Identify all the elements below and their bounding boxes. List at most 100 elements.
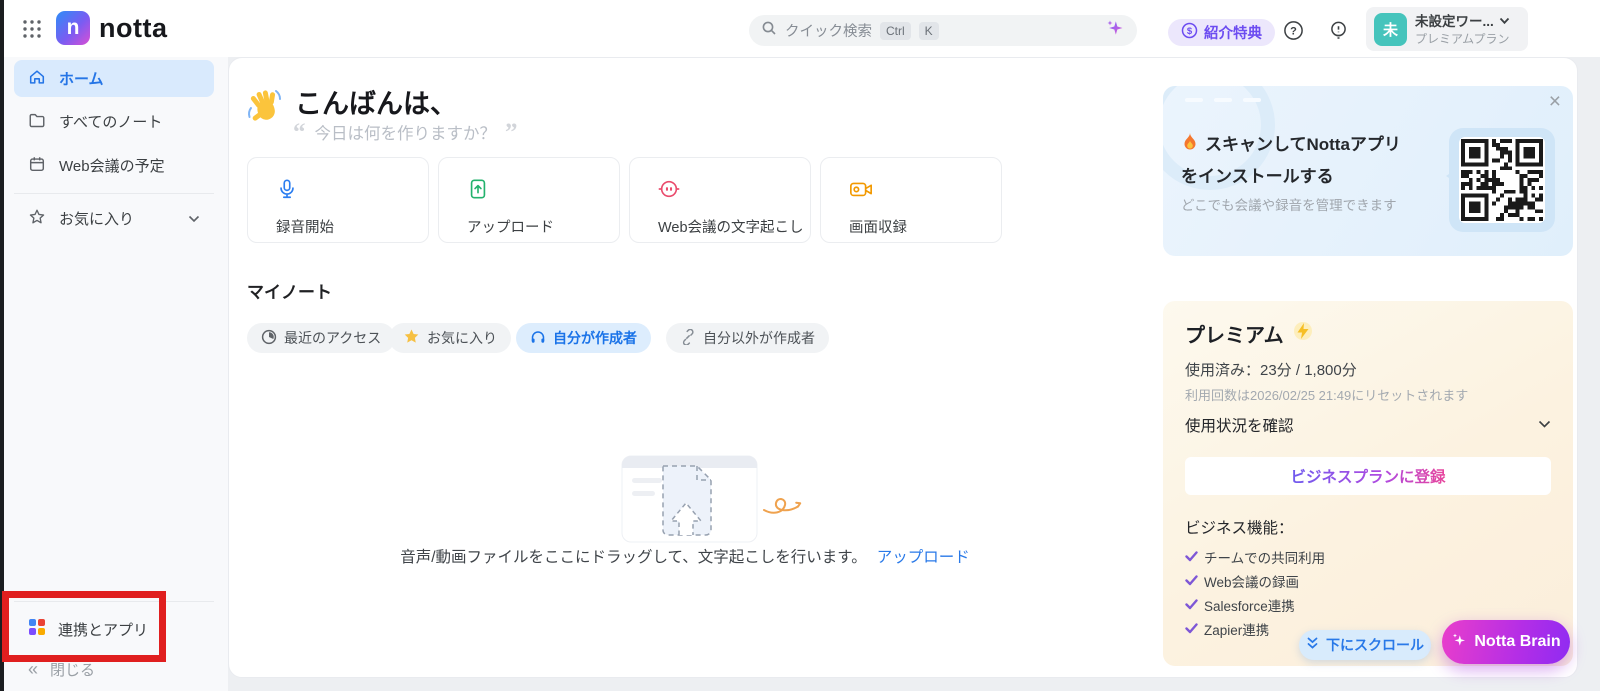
feature-item: チームでの共同利用 [1185,547,1325,567]
qr-code-bubble [1446,128,1555,232]
star-outline-icon [28,208,46,230]
search-placeholder: クイック検索 [785,24,872,40]
promo-subtitle: どこでも会議や録音を管理できます [1181,198,1397,213]
referral-label: 紹介特典 [1204,26,1262,42]
sidebar-item-label: お気に入り [59,211,135,228]
check-icon [1185,598,1198,613]
my-notes-title: マイノート [247,283,332,302]
sidebar-item-meeting-schedule[interactable]: Web会議の予定 [14,147,214,184]
notta-wordmark: notta [99,12,168,43]
feature-item: Zapier連携 [1185,619,1269,639]
premium-title: プレミアム [1185,319,1313,348]
main-content: こんばんは、 “ 今日は何を作りますか？ ” 録音開始 アップロード Web会議… [228,57,1578,678]
sidebar-divider [14,193,214,194]
sidebar-item-label: ホーム [59,71,104,88]
double-chevron-left-icon: « [28,659,39,679]
kbd-ctrl: Ctrl [880,21,911,40]
file-upload-icon [467,179,489,204]
usage-label: 使用済み：23分 / 1,800分 [1185,362,1357,379]
sidebar: ホーム すべてのノート Web会議の予定 お気に入り 連携とアプリ « 閉じる [4,57,228,691]
quote-close-icon: ” [505,118,518,146]
business-features-title: ビジネス機能： [1185,520,1294,537]
notta-logo[interactable]: n notta [56,11,167,45]
sidebar-item-favorites[interactable]: お気に入り [14,200,214,237]
link-icon [680,328,696,348]
usage-reset-note: 利用回数は2026/02/25 21:49にリセットされます [1185,388,1469,403]
upload-link[interactable]: アップロード [877,549,970,566]
scroll-down-label: 下にスクロール [1326,637,1424,653]
home-icon [28,68,46,90]
sidebar-item-all-notes[interactable]: すべてのノート [14,103,214,140]
filter-created-by-others[interactable]: 自分以外が作成者 [666,323,829,353]
chevron-down-icon[interactable] [188,210,200,227]
sidebar-item-integrations[interactable]: 連携とアプリ [14,609,224,649]
qr-code [1461,139,1543,221]
workspace-selector[interactable]: 未 未設定ワー... プレミアムプラン [1366,7,1528,51]
notta-brain-label: Notta Brain [1474,633,1561,650]
check-icon [1185,550,1198,565]
action-label: Web会議の文字起こし [658,220,804,236]
quick-search-input[interactable]: クイック検索 Ctrl K [749,15,1137,46]
feature-item: Salesforce連携 [1185,595,1295,615]
meeting-transcription-card[interactable]: Web会議の文字起こし [629,157,811,243]
folder-icon [28,111,46,133]
meeting-bot-icon [658,180,680,204]
mic-icon [276,179,298,204]
sidebar-collapse-button[interactable]: « 閉じる [14,654,224,684]
scroll-down-button[interactable]: 下にスクロール [1299,630,1431,660]
greeting-title: こんばんは、 [295,89,457,119]
screen-record-card[interactable]: 画面収録 [820,157,1002,243]
usage-status-toggle[interactable]: 使用状況を確認 [1185,414,1551,436]
whats-new-bulb-icon[interactable] [1327,19,1349,41]
integrations-apps-icon [28,618,46,640]
sidebar-divider [14,601,214,602]
notta-logo-icon: n [56,11,90,45]
integrations-label: 連携とアプリ [58,621,149,639]
notta-brain-button[interactable]: Notta Brain [1442,620,1570,664]
sidebar-item-label: Web会議の予定 [59,158,165,175]
sparkle-icon [1451,632,1467,653]
referral-bonus-button[interactable]: $ 紹介特典 [1168,19,1275,46]
apps-grid-icon[interactable] [20,17,44,41]
chevron-down-icon [1499,13,1510,28]
notta-home-page: n notta クイック検索 Ctrl K $ 紹介特典 ? 未 未設定ワー..… [0,0,1600,691]
screen-record-icon [849,182,873,204]
promo-title: スキャンしてNottaアプリ をインストールする どこでも会議や録音を管理できま… [1181,130,1443,215]
filter-recent-access[interactable]: 最近のアクセス [247,323,396,353]
fire-icon [1181,132,1199,162]
check-icon [1185,622,1198,637]
close-icon[interactable]: × [1549,90,1561,114]
upload-card[interactable]: アップロード [438,157,620,243]
workspace-avatar: 未 [1374,12,1407,46]
top-header: n notta クイック検索 Ctrl K $ 紹介特典 ? 未 未設定ワー..… [0,0,1600,57]
start-recording-card[interactable]: 録音開始 [247,157,429,243]
help-icon[interactable]: ? [1282,19,1304,41]
lightning-icon [1293,320,1313,348]
action-label: 画面収録 [849,220,907,236]
double-chevron-down-icon [1306,637,1319,653]
filter-label: お気に入り [427,330,497,346]
filter-created-by-me[interactable]: 自分が作成者 [516,323,651,353]
filter-label: 自分が作成者 [553,330,637,346]
dollar-circle-icon: $ [1181,22,1198,43]
sidebar-item-home[interactable]: ホーム [14,60,214,97]
chevron-down-icon [1538,416,1551,434]
filter-label: 自分以外が作成者 [703,330,815,346]
workspace-name: 未設定ワー... [1415,14,1494,29]
sidebar-item-label: すべてのノート [59,114,163,131]
action-label: 録音開始 [276,220,334,236]
window-edge-strip [0,0,4,691]
collapse-label: 閉じる [50,661,96,679]
empty-state-illustration [621,448,806,551]
action-label: アップロード [467,220,554,236]
ai-sparkle-icon[interactable] [1105,18,1125,43]
svg-text:$: $ [1187,26,1193,37]
workspace-plan: プレミアムプラン [1415,32,1510,46]
business-plan-upgrade-button[interactable]: ビジネスプランに登録 [1185,457,1551,495]
star-icon [403,328,420,348]
promo-dashes [1185,98,1261,102]
clock-icon [261,329,277,348]
empty-state-caption: 音声/動画ファイルをここにドラッグして、文字起こしを行います。 アップロード [400,549,970,566]
feature-item: Web会議の録画 [1185,571,1299,591]
filter-favorites[interactable]: お気に入り [389,323,511,353]
